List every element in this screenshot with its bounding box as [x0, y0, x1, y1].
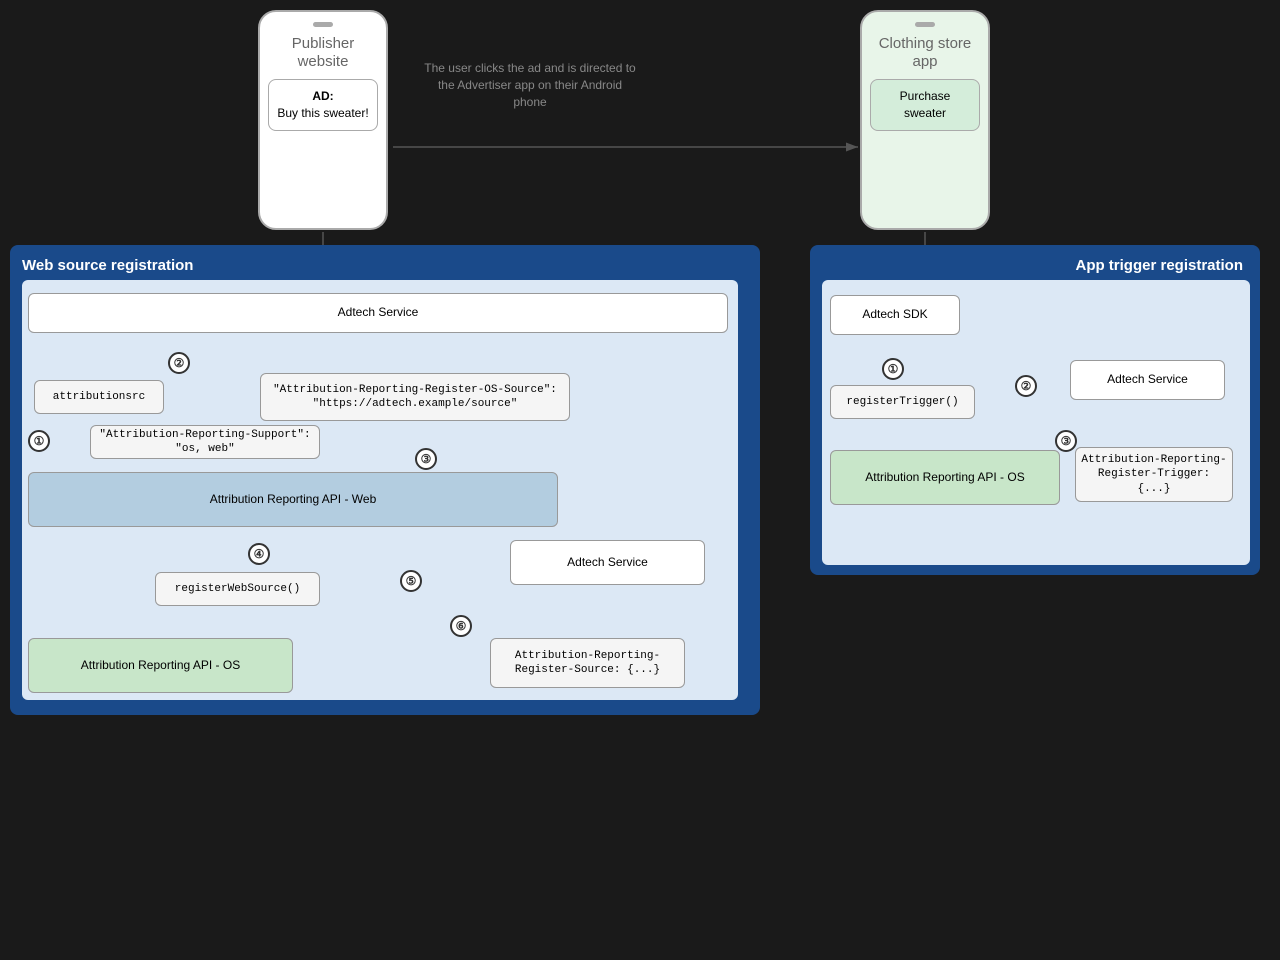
register-web-source-box: registerWebSource()	[155, 572, 320, 606]
left-step3: ③	[415, 448, 437, 470]
attribution-register-source-box: Attribution-Reporting-Register-Source: {…	[490, 638, 685, 688]
clothing-phone: Clothing store app Purchase sweater	[860, 10, 990, 230]
attributionsrc-box: attributionsrc	[34, 380, 164, 414]
right-attribution-api-os-box: Attribution Reporting API - OS	[830, 450, 1060, 505]
right-adtech-service-box: Adtech Service	[1070, 360, 1225, 400]
main-container: Publisher website AD: Buy this sweater! …	[0, 0, 1280, 960]
left-attribution-api-os-box: Attribution Reporting API - OS	[28, 638, 293, 693]
attribution-api-web-box: Attribution Reporting API - Web	[28, 472, 558, 527]
right-step2: ②	[1015, 375, 1037, 397]
ad-text: Buy this sweater!	[277, 106, 368, 120]
left-step4: ④	[248, 543, 270, 565]
left-step2: ②	[168, 352, 190, 374]
left-step6: ⑥	[450, 615, 472, 637]
right-panel-title: App trigger registration	[822, 257, 1248, 274]
register-trigger-box: registerTrigger()	[830, 385, 975, 419]
left-adtech-service-bottom: Adtech Service	[510, 540, 705, 585]
clothing-phone-notch	[915, 22, 935, 27]
clothing-phone-content: Purchase sweater	[870, 79, 980, 131]
ad-label: AD:	[312, 89, 333, 103]
publisher-phone-title: Publisher website	[268, 35, 378, 71]
left-adtech-service-top: Adtech Service	[28, 293, 728, 333]
left-step5: ⑤	[400, 570, 422, 592]
left-step1: ①	[28, 430, 50, 452]
publisher-phone: Publisher website AD: Buy this sweater!	[258, 10, 388, 230]
purchase-sweater-text: Purchase sweater	[900, 89, 951, 120]
arrow-label: The user clicks the ad and is directed t…	[420, 60, 640, 110]
left-panel-title: Web source registration	[22, 257, 748, 274]
support-header-box: "Attribution-Reporting-Support": "os, we…	[90, 425, 320, 459]
right-step3: ③	[1055, 430, 1077, 452]
phone-notch	[313, 22, 333, 27]
clothing-phone-title: Clothing store app	[870, 35, 980, 71]
publisher-phone-content: AD: Buy this sweater!	[268, 79, 378, 131]
attribution-register-trigger-box: Attribution-Reporting-Register-Trigger: …	[1075, 447, 1233, 502]
right-step1: ①	[882, 358, 904, 380]
adtech-sdk-box: Adtech SDK	[830, 295, 960, 335]
os-source-header-box: "Attribution-Reporting-Register-OS-Sourc…	[260, 373, 570, 421]
